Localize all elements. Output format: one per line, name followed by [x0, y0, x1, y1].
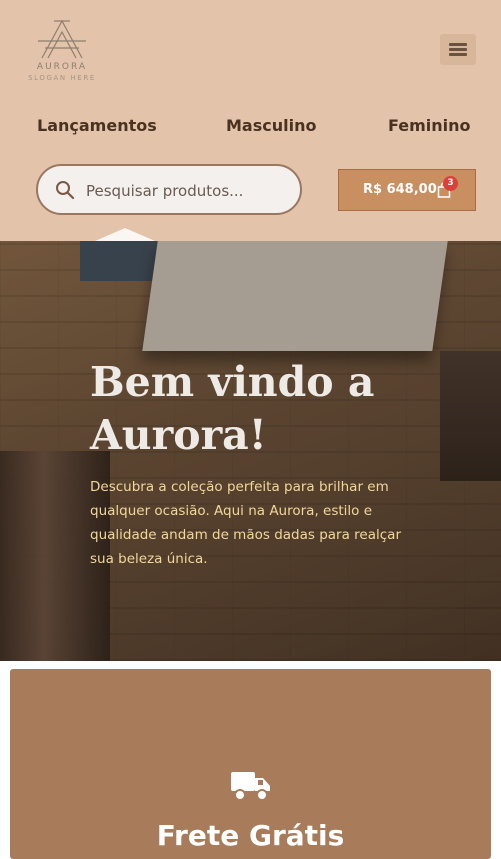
cart-count-badge: 3: [443, 176, 458, 191]
menu-button[interactable]: [440, 34, 476, 65]
search-input[interactable]: [84, 178, 293, 204]
hero-banner: Bem vindo a Aurora! Descubra a coleção p…: [0, 241, 501, 661]
menu-icon-line: [449, 48, 467, 51]
menu-icon-line: [449, 53, 467, 56]
nav-item-feminino[interactable]: Feminino: [388, 116, 471, 135]
nav-item-lancamentos[interactable]: Lançamentos: [37, 116, 157, 135]
hero-text: Descubra a coleção perfeita para brilhar…: [90, 479, 401, 567]
nav-item-masculino[interactable]: Masculino: [226, 116, 316, 135]
search-icon[interactable]: [55, 180, 75, 200]
feature-card-free-shipping: Frete Grátis: [10, 669, 491, 859]
site-header: AURORA SLOGAN HERE Lançamentos Masculino…: [0, 0, 501, 241]
cart-button[interactable]: R$ 648,00 3: [338, 169, 476, 211]
truck-icon: [231, 772, 270, 801]
search-box: [36, 164, 302, 215]
feature-title: Frete Grátis: [156, 819, 345, 852]
decorative-triangle: [95, 228, 155, 241]
hero-title: Bem vindo a Aurora!: [90, 358, 375, 459]
cart-total: R$ 648,00: [363, 182, 437, 197]
brand-logo[interactable]: AURORA SLOGAN HERE: [22, 18, 102, 84]
logo-slogan: SLOGAN HERE: [28, 74, 96, 82]
menu-icon-line: [449, 43, 467, 46]
logo-name: AURORA: [36, 62, 88, 72]
logo-mark-icon: [38, 19, 86, 59]
